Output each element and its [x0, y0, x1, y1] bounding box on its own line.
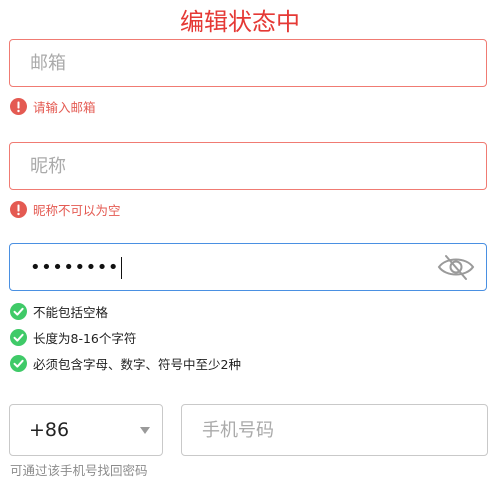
- nickname-error-text: 昵称不可以为空: [33, 202, 121, 218]
- password-rule: 必须包含字母、数字、符号中至少2种: [10, 354, 241, 372]
- email-error-text: 请输入邮箱: [33, 99, 96, 115]
- nickname-field[interactable]: [9, 142, 487, 190]
- text-caret: [120, 257, 123, 279]
- phone-hint: 可通过该手机号找回密码: [10, 463, 148, 478]
- password-masked-value: ••••••••: [30, 257, 119, 278]
- password-rule-text: 不能包括空格: [33, 304, 109, 320]
- error-icon: [10, 97, 27, 115]
- page-title: 编辑状态中: [180, 8, 300, 36]
- password-input[interactable]: ••••••••: [30, 257, 123, 279]
- country-code-select[interactable]: +86: [9, 404, 163, 456]
- check-icon: [10, 302, 27, 320]
- password-rule-text: 必须包含字母、数字、符号中至少2种: [33, 356, 241, 372]
- phone-input[interactable]: [202, 405, 472, 455]
- check-icon: [10, 328, 27, 346]
- email-input[interactable]: [30, 40, 430, 86]
- error-icon: [10, 200, 27, 218]
- phone-field[interactable]: [181, 404, 488, 456]
- country-code-value: +86: [29, 419, 70, 441]
- dropdown-arrow-icon: [140, 427, 150, 434]
- nickname-error-message: 昵称不可以为空: [10, 200, 121, 218]
- email-field[interactable]: [9, 39, 487, 87]
- edit-form: 编辑状态中 请输入邮箱 昵称不可以为空 ••••••••: [0, 0, 501, 481]
- password-field[interactable]: ••••••••: [9, 243, 487, 291]
- check-icon: [10, 354, 27, 372]
- email-error-message: 请输入邮箱: [10, 97, 96, 115]
- password-rule: 长度为8-16个字符: [10, 328, 136, 346]
- password-rule: 不能包括空格: [10, 302, 108, 320]
- nickname-input[interactable]: [30, 143, 430, 189]
- eye-off-icon[interactable]: [436, 252, 476, 282]
- password-rule-text: 长度为8-16个字符: [33, 330, 137, 346]
